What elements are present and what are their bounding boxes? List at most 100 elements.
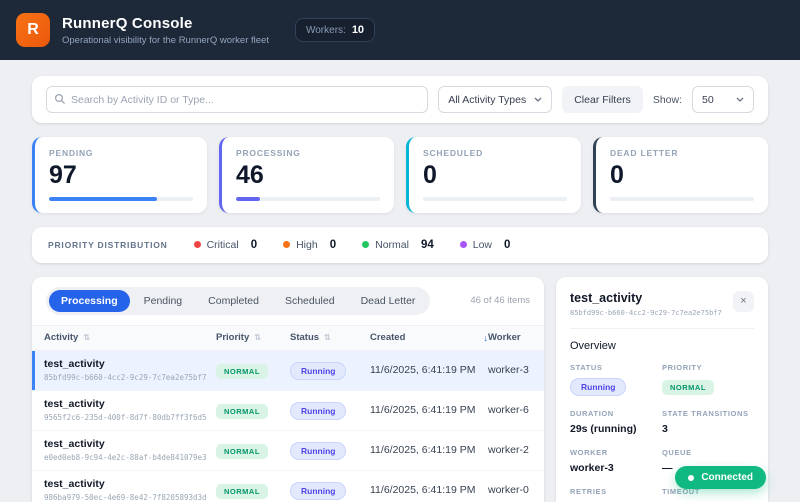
search-icon: [54, 93, 66, 105]
status-badge: Running: [570, 377, 627, 396]
workers-badge: Workers: 10: [294, 18, 376, 42]
field-worker: WORKER worker-3: [570, 447, 614, 474]
column-priority[interactable]: Priority ⇅: [216, 332, 290, 343]
table-tabs-row: Processing Pending Completed Scheduled D…: [32, 277, 544, 325]
priority-badge: NORMAL: [216, 404, 268, 419]
stat-progress: [236, 196, 380, 201]
high-dot-icon: [283, 241, 291, 248]
filter-bar: All Activity Types Clear Filters Show: 5…: [32, 76, 768, 123]
stat-progress: [423, 196, 567, 201]
tab-completed[interactable]: Completed: [196, 290, 271, 312]
created-cell: 11/6/2025, 6:41:19 PM: [370, 444, 476, 456]
page-size-value: 50: [702, 93, 714, 106]
stat-label: DEAD LETTER: [610, 148, 679, 158]
sort-icon: ⇅: [324, 333, 331, 342]
worker-cell: worker-3: [488, 364, 529, 376]
show-label: Show:: [652, 93, 682, 106]
stat-card-dead-letter: DEAD LETTER 0: [593, 137, 768, 213]
field-duration: DURATION 29s (running): [570, 408, 637, 435]
priority-badge: NORMAL: [216, 364, 268, 379]
chevron-down-icon: [534, 97, 542, 102]
table-header: Activity ⇅ Priority ⇅ Status ⇅ Created ↓ Wor…: [32, 324, 544, 351]
created-cell: 11/6/2025, 6:41:19 PM: [370, 484, 476, 496]
normal-dot-icon: [362, 241, 370, 248]
close-icon[interactable]: ×: [733, 290, 754, 312]
activity-type: test_activity: [44, 358, 105, 370]
page-size-select[interactable]: 50: [692, 86, 754, 113]
critical-dot-icon: [193, 241, 201, 248]
detail-title: test_activity: [570, 290, 643, 305]
stat-progress: [610, 196, 754, 201]
status-badge: Running: [290, 441, 347, 460]
column-created[interactable]: Created ↓: [370, 332, 488, 343]
column-activity[interactable]: Activity ⇅: [44, 332, 216, 343]
sort-icon: ⇅: [254, 333, 261, 342]
activity-id: e0ed0eb8-9c94-4e2c-88af-b4de841079e3: [44, 453, 207, 462]
activity-type: test_activity: [44, 438, 105, 450]
status-badge: Running: [290, 361, 347, 380]
activity-id: 9565f2c6-235d-400f-8d7f-80db7ff3f6d5: [44, 413, 207, 422]
priority-item-low: Low 0: [459, 239, 510, 251]
activity-id: 986ba979-50ec-4e69-8e42-7f8205893d3d: [44, 493, 207, 502]
stat-card-processing: PROCESSING 46: [219, 137, 394, 213]
created-cell: 11/6/2025, 6:41:19 PM: [370, 404, 476, 416]
tab-processing[interactable]: Processing: [49, 289, 130, 312]
sort-icon: ⇅: [83, 333, 91, 342]
table-row[interactable]: test_activity 9565f2c6-235d-400f-8d7f-80…: [32, 391, 544, 431]
table-row[interactable]: test_activity e0ed0eb8-9c94-4e2c-88af-b4…: [32, 431, 544, 471]
workers-count: 10: [351, 24, 365, 36]
header-titles: RunnerQ Console Operational visibility f…: [62, 15, 269, 46]
table-row[interactable]: test_activity 85bfd99c-b660-4cc2-9c29-7c…: [32, 350, 544, 391]
worker-cell: worker-6: [488, 404, 529, 416]
table-row[interactable]: test_activity 986ba979-50ec-4e69-8e42-7f…: [32, 471, 544, 502]
priority-badge: NORMAL: [216, 484, 268, 499]
activity-id: 85bfd99c-b660-4cc2-9c29-7c7ea2e75bf7: [44, 373, 207, 382]
column-status[interactable]: Status ⇅: [290, 332, 370, 343]
priority-item-normal: Normal 94: [362, 239, 434, 251]
items-count: 46 of 46 items: [470, 295, 530, 306]
app-subtitle: Operational visibility for the RunnerQ w…: [62, 34, 269, 46]
worker-cell: worker-0: [488, 484, 529, 496]
app-title: RunnerQ Console: [62, 14, 193, 32]
connected-dot-icon: [688, 474, 695, 481]
search-wrap: [46, 86, 429, 113]
stat-value: 0: [423, 161, 437, 189]
stat-cards: PENDING 97 PROCESSING 46 SCHEDULED 0 DEA…: [32, 137, 768, 213]
created-cell: 11/6/2025, 6:41:19 PM: [370, 364, 476, 376]
priority-title: PRIORITY DISTRIBUTION: [48, 239, 168, 250]
clear-filters-button[interactable]: Clear Filters: [562, 86, 643, 113]
stat-card-pending: PENDING 97: [32, 137, 207, 213]
app-header: R RunnerQ Console Operational visibility…: [0, 0, 800, 60]
activity-type: test_activity: [44, 478, 105, 490]
field-status: STATUS Running: [570, 363, 662, 396]
tab-scheduled[interactable]: Scheduled: [273, 290, 347, 312]
divider: [570, 327, 754, 329]
detail-activity-id: 85bfd99c-b660-4cc2-9c29-7c7ea2e75bf7: [570, 308, 722, 317]
tab-pending[interactable]: Pending: [132, 290, 195, 312]
status-tab-group: Processing Pending Completed Scheduled D…: [46, 286, 431, 315]
field-state-transitions: STATE TRANSITIONS 3: [662, 408, 749, 435]
activity-type-select[interactable]: All Activity Types: [438, 86, 553, 113]
priority-item-high: High 0: [283, 239, 336, 251]
field-retries: RETRIES 0 / 3: [570, 486, 607, 502]
priority-item-critical: Critical 0: [193, 239, 257, 251]
field-priority: PRIORITY NORMAL: [662, 363, 754, 396]
workers-label: Workers:: [305, 24, 346, 36]
priority-distribution: PRIORITY DISTRIBUTION Critical 0 High 0 …: [32, 226, 768, 263]
status-badge: Running: [290, 401, 347, 420]
chevron-down-icon: [736, 97, 744, 102]
stat-value: 0: [610, 161, 624, 189]
activities-table-card: Processing Pending Completed Scheduled D…: [32, 276, 544, 502]
overview-title: Overview: [570, 339, 616, 352]
tab-dead-letter[interactable]: Dead Letter: [349, 290, 428, 312]
search-input[interactable]: [46, 86, 429, 113]
activity-type: test_activity: [44, 398, 105, 410]
low-dot-icon: [459, 241, 467, 248]
stat-value: 97: [49, 161, 77, 189]
stat-card-scheduled: SCHEDULED 0: [406, 137, 581, 213]
column-worker[interactable]: Worker: [488, 332, 532, 343]
priority-badge: NORMAL: [662, 379, 714, 395]
activity-type-value: All Activity Types: [448, 93, 527, 106]
worker-cell: worker-2: [488, 444, 529, 456]
status-badge: Running: [290, 481, 347, 500]
